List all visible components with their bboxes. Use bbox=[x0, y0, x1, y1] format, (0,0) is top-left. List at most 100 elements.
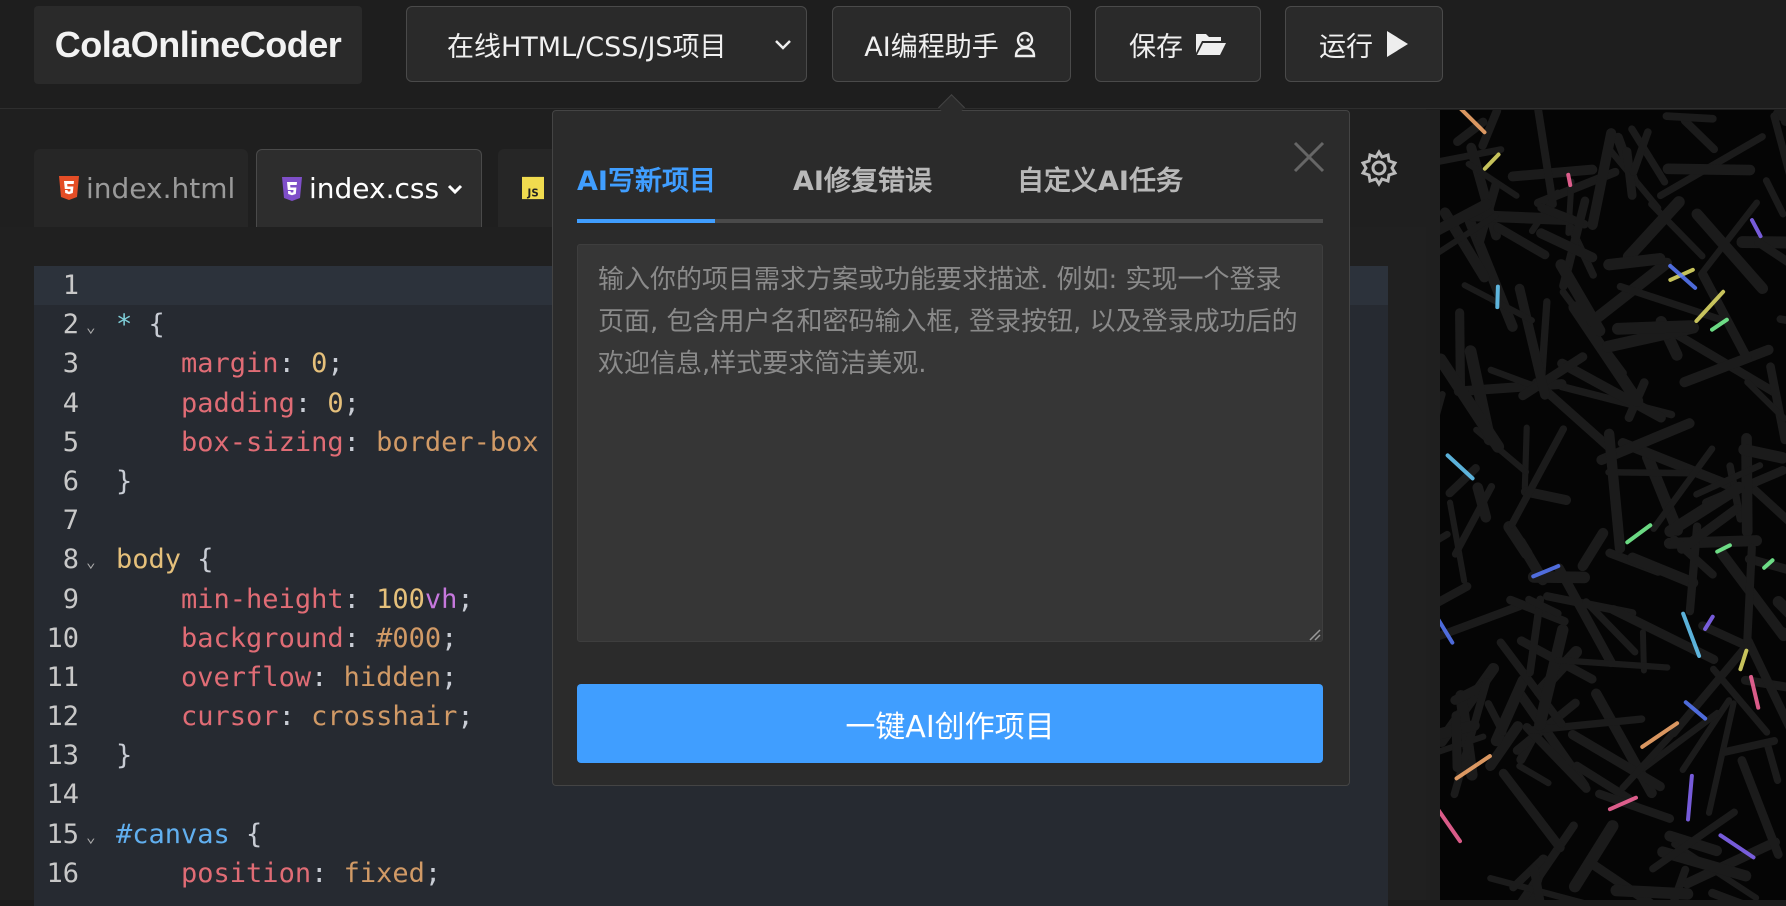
code-token: min-height bbox=[181, 584, 344, 615]
line-number: 14 bbox=[34, 775, 79, 814]
tab-custom-ai-task[interactable]: 自定义AI任务 bbox=[1017, 159, 1183, 198]
code-text: } bbox=[116, 736, 132, 775]
preview-stroke bbox=[1685, 121, 1714, 150]
preview-stroke bbox=[1538, 110, 1553, 204]
run-button[interactable]: 运行 bbox=[1285, 6, 1443, 82]
code-token: body bbox=[116, 544, 181, 575]
code-token: vh bbox=[425, 584, 458, 615]
active-tab-indicator bbox=[577, 219, 715, 223]
code-token: overflow bbox=[181, 662, 311, 693]
line-number: 4 bbox=[34, 384, 79, 423]
code-token: ; bbox=[327, 348, 343, 379]
preview-spark bbox=[1568, 175, 1570, 185]
line-number: 15 bbox=[34, 815, 79, 854]
popup-tabs: AI写新项目 AI修复错误 自定义AI任务 bbox=[577, 159, 1323, 223]
save-button[interactable]: 保存 bbox=[1095, 6, 1261, 82]
code-token: { bbox=[181, 544, 214, 575]
code-text: body { bbox=[116, 540, 214, 579]
code-text: min-height: 100vh; bbox=[116, 580, 474, 619]
code-token: { bbox=[132, 309, 165, 340]
code-token: 100 bbox=[376, 584, 425, 615]
css3-icon bbox=[281, 176, 303, 202]
preview-stroke bbox=[1618, 326, 1691, 329]
preview-pane[interactable] bbox=[1440, 110, 1786, 900]
tab-index-html[interactable]: index.html bbox=[34, 149, 248, 227]
fold-toggle-icon[interactable]: ⌄ bbox=[86, 542, 96, 581]
preview-stroke bbox=[1766, 181, 1783, 214]
play-icon bbox=[1385, 30, 1409, 58]
app-logo[interactable]: ColaOnlineCoder bbox=[34, 6, 362, 84]
preview-spark bbox=[1497, 287, 1498, 307]
preview-spark bbox=[1720, 835, 1753, 857]
save-label: 保存 bbox=[1129, 25, 1183, 64]
fold-toggle-icon[interactable]: ⌄ bbox=[86, 307, 96, 346]
code-token bbox=[116, 662, 181, 693]
preview-stroke bbox=[1780, 319, 1786, 337]
preview-stroke bbox=[1668, 169, 1750, 170]
tab-label: index.html bbox=[86, 172, 235, 205]
tab-ai-fix-errors[interactable]: AI修复错误 bbox=[793, 159, 932, 198]
chevron-down-icon[interactable] bbox=[445, 179, 465, 199]
svg-text:JS: JS bbox=[527, 188, 539, 199]
code-token: hidden bbox=[344, 662, 442, 693]
code-token: #000 bbox=[376, 623, 441, 654]
code-text: #canvas { bbox=[116, 815, 262, 854]
code-token: ; bbox=[457, 584, 473, 615]
code-token: : bbox=[279, 348, 312, 379]
code-text: cursor: crosshair; bbox=[116, 697, 474, 736]
preview-stroke bbox=[1666, 116, 1712, 119]
code-text: * { bbox=[116, 305, 165, 344]
line-number: 11 bbox=[34, 658, 79, 697]
preview-stroke bbox=[1440, 534, 1447, 588]
preview-stroke bbox=[1525, 428, 1527, 488]
ai-create-project-button[interactable]: 一键AI创作项目 bbox=[577, 684, 1323, 763]
ai-assistant-popup: AI写新项目 AI修复错误 自定义AI任务 一键AI创作项目 bbox=[552, 110, 1350, 786]
code-token: ; bbox=[441, 623, 457, 654]
project-description-input[interactable] bbox=[577, 244, 1323, 642]
code-token: ; bbox=[425, 858, 441, 889]
preview-spark bbox=[1440, 808, 1460, 841]
code-token: } bbox=[116, 740, 132, 771]
preview-stroke bbox=[1609, 259, 1660, 265]
ai-assistant-button[interactable]: AI编程助手 bbox=[832, 6, 1071, 82]
code-line[interactable]: 15⌄ #canvas { bbox=[34, 815, 1388, 854]
line-number: 7 bbox=[34, 501, 79, 540]
code-text: background: #000; bbox=[116, 619, 457, 658]
code-text: padding: 0; bbox=[116, 384, 360, 423]
preview-spark bbox=[1448, 455, 1473, 478]
preview-stroke bbox=[1759, 242, 1786, 284]
code-token: 0 bbox=[311, 348, 327, 379]
code-token: 0 bbox=[327, 388, 343, 419]
code-text: box-sizing: border-box bbox=[116, 423, 539, 462]
project-type-select[interactable]: 在线HTML/CSS/JS项目 bbox=[406, 6, 807, 82]
code-token: margin bbox=[181, 348, 279, 379]
project-type-label: 在线HTML/CSS/JS项目 bbox=[447, 25, 727, 64]
code-token bbox=[116, 348, 181, 379]
chevron-down-icon bbox=[772, 33, 794, 55]
tab-index-js[interactable]: JS i bbox=[498, 149, 558, 227]
preview-stroke bbox=[1509, 527, 1527, 554]
tab-ai-new-project[interactable]: AI写新项目 bbox=[577, 159, 716, 198]
gear-icon[interactable] bbox=[1360, 149, 1398, 187]
resize-grip-icon[interactable] bbox=[1309, 629, 1321, 641]
line-number: 2 bbox=[34, 305, 79, 344]
folder-open-icon bbox=[1195, 31, 1227, 57]
code-token: ; bbox=[457, 701, 473, 732]
code-token: ; bbox=[344, 388, 360, 419]
line-number: 1 bbox=[34, 266, 79, 305]
line-number: 12 bbox=[34, 697, 79, 736]
code-text: overflow: hidden; bbox=[116, 658, 457, 697]
code-token: fixed bbox=[344, 858, 425, 889]
code-line[interactable]: 16 position: fixed; bbox=[34, 854, 1388, 893]
fold-toggle-icon[interactable]: ⌄ bbox=[86, 817, 96, 856]
panel-divider[interactable] bbox=[1426, 110, 1440, 900]
line-number: 8 bbox=[34, 540, 79, 579]
code-token: : bbox=[344, 427, 377, 458]
preview-stroke bbox=[1616, 890, 1687, 894]
preview-stroke bbox=[1744, 450, 1782, 458]
preview-stroke bbox=[1503, 773, 1560, 847]
code-token: box-sizing bbox=[181, 427, 344, 458]
line-number: 16 bbox=[34, 854, 79, 893]
code-token: : bbox=[279, 701, 312, 732]
tab-index-css[interactable]: index.css bbox=[256, 149, 482, 227]
